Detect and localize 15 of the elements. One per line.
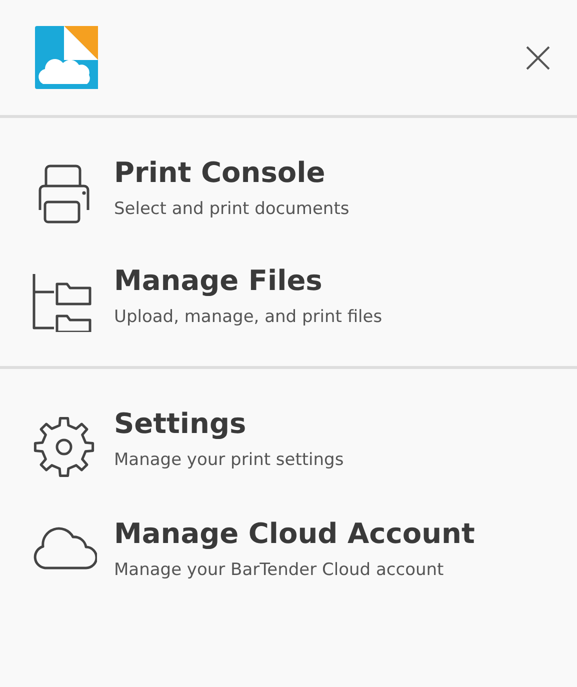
item-title: Manage Files [114, 264, 324, 297]
cloud-icon [31, 525, 97, 571]
cloud-logo [35, 26, 98, 89]
item-description: Select and print documents [114, 199, 350, 219]
item-title: Settings [114, 407, 248, 440]
item-description: Manage your print settings [114, 450, 344, 470]
menu-item[interactable]: Settings Manage your print settings [0, 399, 577, 487]
menu-item[interactable]: Manage Cloud Account Manage your BarTender Cloud account [0, 509, 577, 588]
item-title: Manage Cloud Account [114, 517, 475, 550]
menu-item[interactable]: Print Console Select and print documents [0, 148, 577, 234]
item-description: Manage your BarTender Cloud account [114, 560, 445, 580]
menu-item[interactable]: Manage Files Upload, manage, and print files [0, 256, 577, 340]
item-description: Upload, manage, and print files [114, 307, 382, 327]
gear-icon [32, 415, 96, 479]
item-title: Print Console [114, 156, 326, 189]
